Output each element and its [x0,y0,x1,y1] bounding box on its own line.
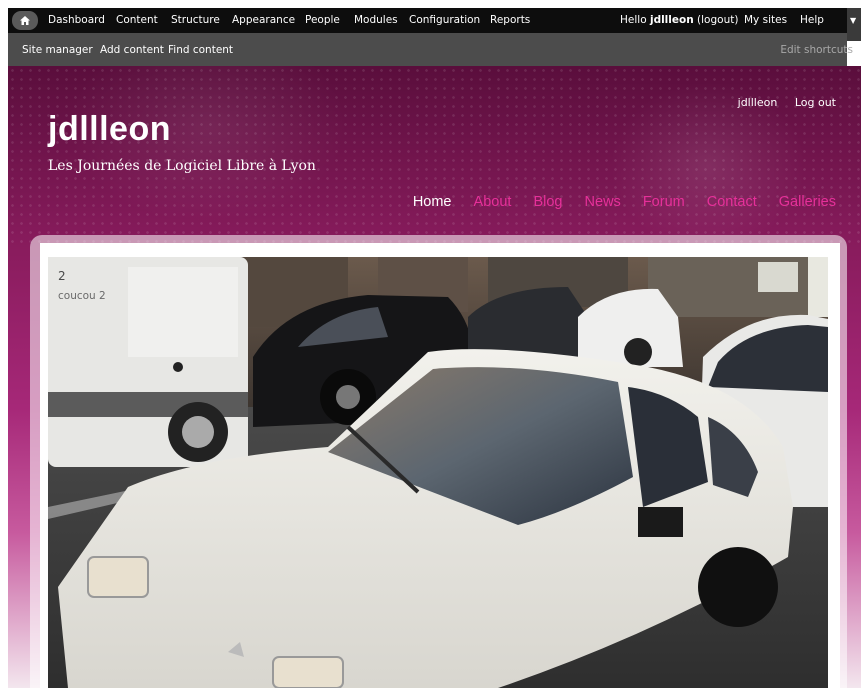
shortcut-find-content[interactable]: Find content [168,44,233,56]
user-account-link[interactable]: jdllleon [738,96,778,109]
slide-number: 2 [58,269,66,283]
toolbar-appearance[interactable]: Appearance [232,14,295,26]
chevron-down-icon: ▼ [850,16,857,25]
menu-item-about[interactable]: About [474,194,512,210]
logout-link[interactable]: Log out [795,96,836,109]
site-name[interactable]: jdllleon [48,110,171,149]
edit-shortcuts-link[interactable]: Edit shortcuts [780,44,853,56]
hello-user: Hello jdllleon (logout) [620,14,738,26]
toolbar-people[interactable]: People [305,14,340,26]
toolbar-reports[interactable]: Reports [490,14,530,26]
toolbar-structure[interactable]: Structure [171,14,220,26]
menu-item-contact[interactable]: Contact [707,194,757,210]
slideshow-image[interactable]: 2 coucou 2 [48,257,828,688]
shortcut-add-content[interactable]: Add content [100,44,164,56]
hello-prefix: Hello [620,14,647,26]
toolbar-configuration[interactable]: Configuration [409,14,480,26]
toolbar-username[interactable]: jdllleon [650,14,694,26]
toolbar-modules[interactable]: Modules [354,14,398,26]
toolbar-dashboard[interactable]: Dashboard [48,14,105,26]
shortcut-site-manager[interactable]: Site manager [22,44,93,56]
toolbar-content[interactable]: Content [116,14,158,26]
slide-caption: coucou 2 [58,290,106,302]
toolbar-toggle-button[interactable]: ▼ [847,8,861,41]
header-background-pattern [8,66,861,246]
menu-item-galleries[interactable]: Galleries [779,194,836,210]
toolbar-my-sites[interactable]: My sites [744,14,787,26]
menu-item-home[interactable]: Home [413,194,452,210]
menu-item-blog[interactable]: Blog [533,194,562,210]
home-button[interactable] [12,11,38,30]
home-icon [20,16,30,25]
street-cars-photo [48,257,828,688]
menu-item-news[interactable]: News [585,194,621,210]
user-links: jdllleon Log out [724,96,836,109]
toolbar-help[interactable]: Help [800,14,824,26]
main-menu: Home About Blog News Forum Contact Galle… [395,194,836,210]
admin-toolbar: Dashboard Content Structure Appearance P… [8,8,861,41]
menu-item-forum[interactable]: Forum [643,194,685,210]
toolbar-logout-link[interactable]: (logout) [697,14,738,26]
site-slogan: Les Journées de Logiciel Libre à Lyon [48,158,316,174]
shortcuts-bar: Site manager Add content Find content Ed… [8,33,853,66]
